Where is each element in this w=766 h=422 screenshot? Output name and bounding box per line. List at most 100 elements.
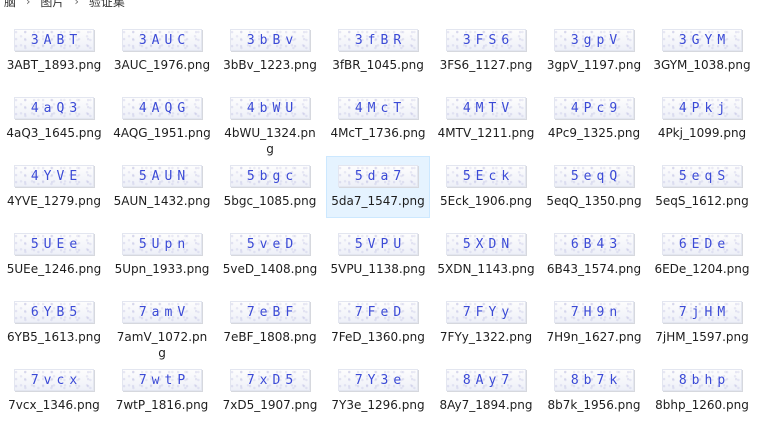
captcha-text: 8b7k	[570, 372, 623, 388]
file-item[interactable]: 7amV 7amV_1072.png	[110, 292, 214, 360]
file-item[interactable]: 7FYy 7FYy_1322.png	[434, 292, 538, 354]
file-item[interactable]: 4aQ3 4aQ3_1645.png	[2, 88, 106, 150]
file-item[interactable]: 5veD 5veD_1408.png	[218, 224, 322, 286]
file-item[interactable]: 5AUN 5AUN_1432.png	[110, 156, 214, 218]
captcha-thumbnail: 4AQG	[122, 97, 202, 119]
file-name: 7H9n_1627.png	[546, 330, 642, 344]
captcha-text: 4Pkj	[678, 100, 731, 116]
file-item[interactable]: 4Pc9 4Pc9_1325.png	[542, 88, 646, 150]
file-item[interactable]: 8b7k 8b7k_1956.png	[542, 360, 646, 422]
file-item[interactable]: 4Pkj 4Pkj_1099.png	[650, 88, 754, 150]
file-item[interactable]: 3FS6 3FS6_1127.png	[434, 20, 538, 82]
file-name: 4Pkj_1099.png	[657, 126, 747, 140]
file-item[interactable]: 3GYM 3GYM_1038.png	[650, 20, 754, 82]
file-item[interactable]: 5VPU 5VPU_1138.png	[326, 224, 430, 286]
captcha-text: 7FeD	[354, 304, 407, 320]
file-name: 4aQ3_1645.png	[6, 126, 102, 140]
file-item[interactable]: 5eqS 5eqS_1612.png	[650, 156, 754, 218]
file-name: 7amV_1072.png	[116, 330, 208, 360]
captcha-text: 5eqQ	[570, 168, 623, 184]
file-item[interactable]: 3ABT 3ABT_1893.png	[2, 20, 106, 82]
file-name: 7vcx_1346.png	[8, 398, 100, 412]
file-item[interactable]: 4bWU 4bWU_1324.png	[218, 88, 322, 156]
captcha-text: 7vcx	[30, 372, 83, 388]
captcha-thumbnail: 6YB5	[14, 301, 94, 323]
file-item[interactable]: 6YB5 6YB5_1613.png	[2, 292, 106, 354]
file-item[interactable]: 3bBv 3bBv_1223.png	[218, 20, 322, 82]
breadcrumb-item-images[interactable]: 图片	[36, 0, 68, 10]
file-name: 7jHM_1597.png	[655, 330, 749, 344]
file-name: 4bWU_1324.png	[224, 126, 316, 156]
captcha-text: 8bhp	[678, 372, 731, 388]
captcha-thumbnail: 7eBF	[230, 301, 310, 323]
captcha-text: 3fBR	[354, 32, 407, 48]
file-item[interactable]: 5Eck 5Eck_1906.png	[434, 156, 538, 218]
file-item[interactable]: 5XDN 5XDN_1143.png	[434, 224, 538, 286]
captcha-thumbnail: 5UEe	[14, 233, 94, 255]
captcha-thumbnail: 5VPU	[338, 233, 418, 255]
file-item[interactable]: 7eBF 7eBF_1808.png	[218, 292, 322, 354]
captcha-thumbnail: 4bWU	[230, 97, 310, 119]
file-item[interactable]: 4MTV 4MTV_1211.png	[434, 88, 538, 150]
file-item[interactable]: 8bhp 8bhp_1260.png	[650, 360, 754, 422]
captcha-thumbnail: 4YVE	[14, 165, 94, 187]
file-name: 3bBv_1223.png	[223, 58, 317, 72]
captcha-text: 5Eck	[462, 168, 515, 184]
file-item[interactable]: 3gpV 3gpV_1197.png	[542, 20, 646, 82]
captcha-thumbnail: 5eqS	[662, 165, 742, 187]
file-item[interactable]: 5Upn 5Upn_1933.png	[110, 224, 214, 286]
captcha-text: 7amV	[138, 304, 191, 320]
file-name: 7FYy_1322.png	[439, 330, 533, 344]
file-item[interactable]: 5UEe 5UEe_1246.png	[2, 224, 106, 286]
file-item[interactable]: 3fBR 3fBR_1045.png	[326, 20, 430, 82]
file-item[interactable]: 4YVE 4YVE_1279.png	[2, 156, 106, 218]
captcha-thumbnail: 7amV	[122, 301, 202, 323]
breadcrumb-item-root[interactable]: 脑	[0, 0, 20, 10]
captcha-text: 7FYy	[462, 304, 515, 320]
file-name: 4McT_1736.png	[330, 126, 426, 140]
captcha-text: 7H9n	[570, 304, 623, 320]
file-name: 3gpV_1197.png	[546, 58, 642, 72]
captcha-text: 5bgc	[246, 168, 299, 184]
file-name: 7FeD_1360.png	[331, 330, 425, 344]
captcha-text: 7jHM	[678, 304, 731, 320]
captcha-thumbnail: 5XDN	[446, 233, 526, 255]
captcha-text: 3AUC	[138, 32, 191, 48]
file-item[interactable]: 8Ay7 8Ay7_1894.png	[434, 360, 538, 422]
captcha-text: 4Pc9	[570, 100, 623, 116]
captcha-thumbnail: 5bgc	[230, 165, 310, 187]
file-name: 5VPU_1138.png	[330, 262, 426, 276]
captcha-text: 5AUN	[138, 168, 191, 184]
breadcrumb-item-validation-set[interactable]: 验证集	[85, 0, 129, 10]
file-item[interactable]: 4McT 4McT_1736.png	[326, 88, 430, 150]
file-item[interactable]: 7xD5 7xD5_1907.png	[218, 360, 322, 422]
captcha-text: 5VPU	[354, 236, 407, 252]
captcha-thumbnail: 7jHM	[662, 301, 742, 323]
file-item[interactable]: 4AQG 4AQG_1951.png	[110, 88, 214, 150]
file-name: 3GYM_1038.png	[653, 58, 751, 72]
captcha-text: 5veD	[246, 236, 299, 252]
file-item[interactable]: 7H9n 7H9n_1627.png	[542, 292, 646, 354]
file-item[interactable]: 7wtP 7wtP_1816.png	[110, 360, 214, 422]
file-item[interactable]: 3AUC 3AUC_1976.png	[110, 20, 214, 82]
file-item[interactable]: 5eqQ 5eqQ_1350.png	[542, 156, 646, 218]
chevron-right-icon: ›	[74, 0, 79, 8]
file-name: 8Ay7_1894.png	[439, 398, 533, 412]
captcha-thumbnail: 7FYy	[446, 301, 526, 323]
file-item[interactable]: 7FeD 7FeD_1360.png	[326, 292, 430, 354]
file-item[interactable]: 5da7 5da7_1547.png	[326, 156, 430, 218]
file-item[interactable]: 7vcx 7vcx_1346.png	[2, 360, 106, 422]
file-item[interactable]: 5bgc 5bgc_1085.png	[218, 156, 322, 218]
file-name: 8b7k_1956.png	[547, 398, 641, 412]
file-item[interactable]: 7jHM 7jHM_1597.png	[650, 292, 754, 354]
captcha-text: 3bBv	[246, 32, 299, 48]
captcha-thumbnail: 7wtP	[122, 369, 202, 391]
captcha-thumbnail: 5Upn	[122, 233, 202, 255]
captcha-thumbnail: 4McT	[338, 97, 418, 119]
captcha-text: 7wtP	[138, 372, 191, 388]
captcha-text: 4YVE	[30, 168, 83, 184]
file-item[interactable]: 7Y3e 7Y3e_1296.png	[326, 360, 430, 422]
file-name: 7eBF_1808.png	[223, 330, 317, 344]
file-item[interactable]: 6B43 6B43_1574.png	[542, 224, 646, 286]
file-item[interactable]: 6EDe 6EDe_1204.png	[650, 224, 754, 286]
